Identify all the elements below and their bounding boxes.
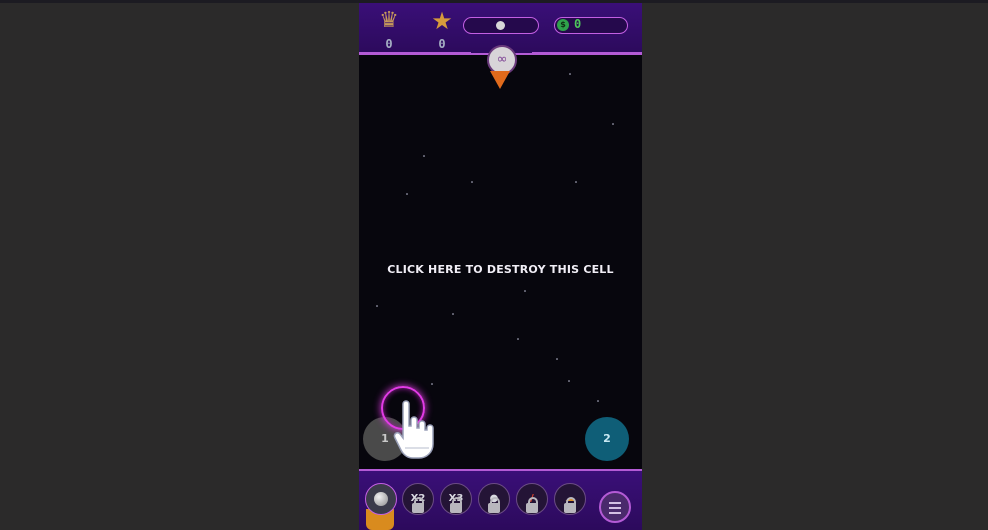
star-stat: ★ 0 bbox=[422, 9, 462, 51]
bomb-tool-button[interactable]: ● bbox=[478, 483, 510, 515]
game-canvas[interactable]: ♛ 0 ★ 0 $ 0 ∞ CLICK HERE TO DESTROY THIS… bbox=[359, 3, 642, 530]
ball-icon bbox=[374, 492, 388, 506]
lock-icon bbox=[412, 497, 424, 513]
aim-arrow-icon bbox=[490, 71, 510, 89]
coin-value: 0 bbox=[574, 17, 582, 31]
tutorial-prompt: CLICK HERE TO DESTROY THIS CELL bbox=[387, 263, 614, 276]
cell-label: 1 bbox=[381, 432, 389, 445]
menu-icon-line bbox=[609, 512, 621, 514]
lock-icon bbox=[488, 497, 500, 513]
menu-icon bbox=[609, 502, 621, 504]
nuke-tool-button[interactable]: ☁ bbox=[554, 483, 586, 515]
hud-divider-right bbox=[532, 52, 642, 55]
crown-icon: ♛ bbox=[379, 8, 399, 33]
cell-2[interactable]: 2 bbox=[585, 417, 629, 461]
hud-divider-left bbox=[359, 52, 471, 55]
star-value: 0 bbox=[438, 37, 446, 51]
pointer-hand-icon bbox=[393, 400, 434, 459]
coin-icon: $ bbox=[557, 19, 569, 31]
coin-counter: $ 0 bbox=[554, 17, 628, 34]
lock-icon bbox=[450, 497, 462, 513]
cell-label: 2 bbox=[603, 432, 611, 445]
ball-icon bbox=[496, 21, 505, 30]
crown-value: 0 bbox=[385, 37, 393, 51]
lock-icon bbox=[564, 497, 576, 513]
infinity-icon: ∞ bbox=[496, 52, 508, 67]
ball-tool-button[interactable] bbox=[365, 483, 397, 515]
powerup-toolbar: X2 X3 ● / ☁ bbox=[359, 471, 642, 530]
menu-icon-line bbox=[609, 507, 621, 509]
x3-tool-button[interactable]: X3 bbox=[440, 483, 472, 515]
lock-icon bbox=[526, 497, 538, 513]
ball-meter bbox=[463, 17, 539, 34]
crown-stat: ♛ 0 bbox=[369, 8, 409, 52]
menu-button[interactable] bbox=[599, 491, 631, 523]
laser-tool-button[interactable]: / bbox=[516, 483, 548, 515]
star-icon: ★ bbox=[431, 7, 453, 35]
x2-tool-button[interactable]: X2 bbox=[402, 483, 434, 515]
